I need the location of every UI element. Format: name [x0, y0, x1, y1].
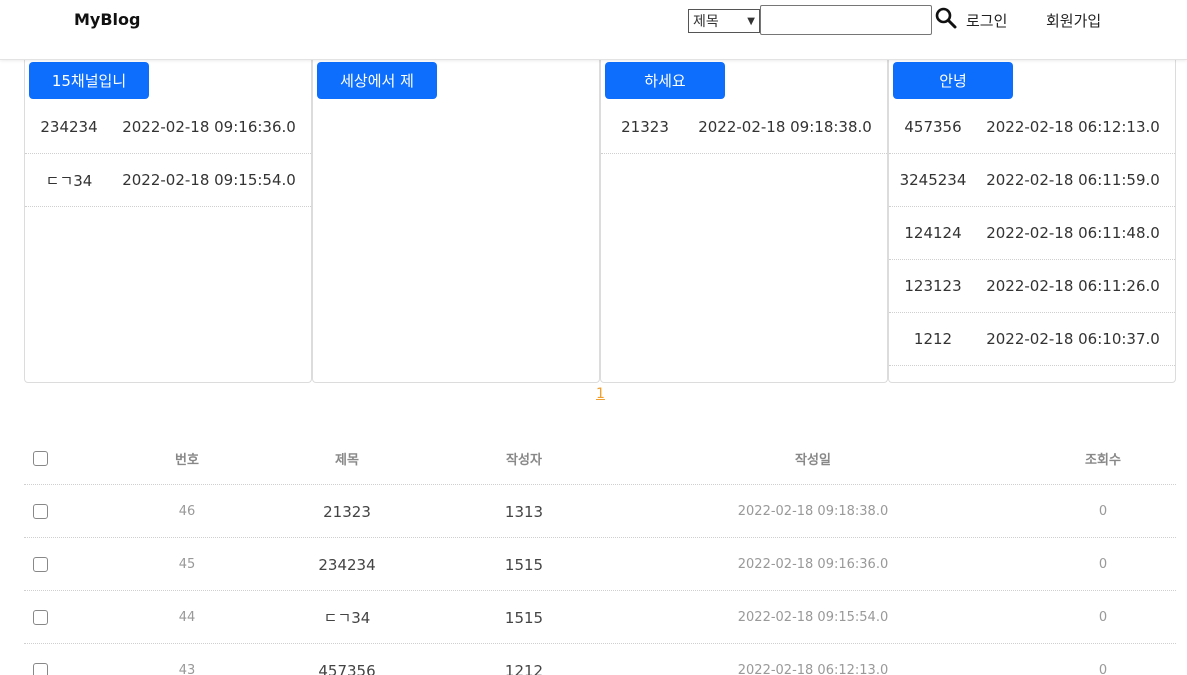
column-header-title: 제목 [335, 453, 359, 468]
column-header-date: 작성일 [795, 453, 831, 468]
search-icon[interactable] [934, 6, 958, 30]
post-title: 234234 [40, 118, 98, 136]
post-title: 1212 [913, 330, 953, 348]
post-table: 번호 제목 작성자 작성일 조회수 46 21323 1313 2022-02-… [24, 432, 1176, 675]
search-field-select[interactable]: 제목 ▼ [688, 9, 760, 33]
row-checkbox[interactable] [32, 610, 48, 625]
table-header-row: 번호 제목 작성자 작성일 조회수 [24, 432, 1176, 485]
login-link[interactable]: 로그인 [966, 10, 1007, 31]
row-title-link[interactable]: ㄷㄱ34 [297, 591, 397, 644]
channel-button[interactable]: 안녕 [893, 62, 1013, 99]
row-no: 43 [178, 663, 196, 675]
table-row: 46 21323 1313 2022-02-18 09:18:38.0 0 [24, 485, 1176, 538]
post-title: 124124 [904, 224, 962, 242]
row-title-link[interactable]: 21323 [297, 485, 397, 538]
row-no: 45 [178, 557, 196, 572]
channel-card: 안녕 457356 2022-02-18 06:12:13.0 3245234 … [888, 60, 1176, 383]
row-author: 1212 [504, 661, 544, 675]
channel-card: 세상에서 제 [312, 60, 600, 383]
post-date: 2022-02-18 09:18:38.0 [698, 118, 872, 136]
post-title: ㄷㄱ34 [45, 171, 93, 190]
channel-post-item[interactable]: 3245234 2022-02-18 06:11:59.0 [889, 154, 1175, 207]
row-views: 0 [1098, 504, 1108, 519]
row-checkbox[interactable] [32, 557, 48, 572]
row-title-link[interactable]: 234234 [297, 538, 397, 591]
column-header-views: 조회수 [1085, 453, 1121, 468]
row-no: 44 [178, 610, 196, 625]
channel-post-item[interactable]: 123123 2022-02-18 06:11:26.0 [889, 260, 1175, 313]
row-views: 0 [1098, 557, 1108, 572]
search-field-selected: 제목 [693, 14, 719, 30]
post-title: 457356 [904, 118, 962, 136]
channel-button[interactable]: 15채널입니 [29, 62, 149, 99]
row-author: 1313 [504, 502, 544, 521]
post-title: 3245234 [899, 171, 967, 189]
row-title-link[interactable]: 457356 [297, 644, 397, 675]
channel-post-list: 457356 2022-02-18 06:12:13.0 3245234 202… [889, 101, 1175, 366]
row-date: 2022-02-18 09:15:54.0 [737, 610, 889, 625]
channel-post-item[interactable]: 457356 2022-02-18 06:12:13.0 [889, 101, 1175, 154]
channel-post-item[interactable]: 1212 2022-02-18 06:10:37.0 [889, 313, 1175, 366]
channel-post-item[interactable]: 124124 2022-02-18 06:11:48.0 [889, 207, 1175, 260]
row-views: 0 [1098, 663, 1108, 675]
row-checkbox[interactable] [32, 663, 48, 675]
channel-card: 하세요 21323 2022-02-18 09:18:38.0 [600, 60, 888, 383]
post-date: 2022-02-18 06:11:59.0 [986, 171, 1160, 189]
table-row: 45 234234 1515 2022-02-18 09:16:36.0 0 [24, 538, 1176, 591]
post-title: 123123 [904, 277, 962, 295]
post-date: 2022-02-18 06:11:26.0 [986, 277, 1160, 295]
page-link[interactable]: 1 [596, 386, 605, 402]
signup-link[interactable]: 회원가입 [1046, 10, 1101, 31]
channel-button[interactable]: 세상에서 제 [317, 62, 437, 99]
top-navbar: MyBlog 제목 ▼ 로그인 회원가입 [0, 0, 1187, 60]
post-date: 2022-02-18 06:10:37.0 [986, 330, 1160, 348]
row-checkbox[interactable] [32, 504, 48, 519]
channel-post-item[interactable]: ㄷㄱ34 2022-02-18 09:15:54.0 [25, 154, 311, 207]
row-author: 1515 [504, 608, 544, 627]
search-input[interactable] [760, 5, 932, 35]
channel-post-item[interactable]: 21323 2022-02-18 09:18:38.0 [601, 101, 887, 154]
select-all-checkbox[interactable] [32, 451, 48, 466]
post-date: 2022-02-18 06:12:13.0 [986, 118, 1160, 136]
channel-post-list: 234234 2022-02-18 09:16:36.0 ㄷㄱ34 2022-0… [25, 101, 311, 207]
row-date: 2022-02-18 09:18:38.0 [737, 504, 889, 519]
column-header-author: 작성자 [506, 453, 542, 468]
post-date: 2022-02-18 09:16:36.0 [122, 118, 296, 136]
post-date: 2022-02-18 09:15:54.0 [122, 171, 296, 189]
post-date: 2022-02-18 06:11:48.0 [986, 224, 1160, 242]
channel-post-item[interactable]: 234234 2022-02-18 09:16:36.0 [25, 101, 311, 154]
table-row: 43 457356 1212 2022-02-18 06:12:13.0 0 [24, 644, 1176, 675]
row-date: 2022-02-18 06:12:13.0 [737, 663, 889, 675]
brand-logo[interactable]: MyBlog [74, 10, 140, 29]
channel-card: 15채널입니 234234 2022-02-18 09:16:36.0 ㄷㄱ34… [24, 60, 312, 383]
post-title: 21323 [621, 118, 669, 136]
row-no: 46 [178, 504, 196, 519]
table-row: 44 ㄷㄱ34 1515 2022-02-18 09:15:54.0 0 [24, 591, 1176, 644]
channel-cards: 15채널입니 234234 2022-02-18 09:16:36.0 ㄷㄱ34… [24, 60, 1176, 383]
channel-button[interactable]: 하세요 [605, 62, 725, 99]
row-views: 0 [1098, 610, 1108, 625]
row-author: 1515 [504, 555, 544, 574]
chevron-down-icon: ▼ [747, 15, 755, 27]
channel-post-list: 21323 2022-02-18 09:18:38.0 [601, 101, 887, 154]
column-header-no: 번호 [175, 453, 199, 468]
row-date: 2022-02-18 09:16:36.0 [737, 557, 889, 572]
table-body: 46 21323 1313 2022-02-18 09:18:38.0 0 45… [24, 485, 1176, 675]
